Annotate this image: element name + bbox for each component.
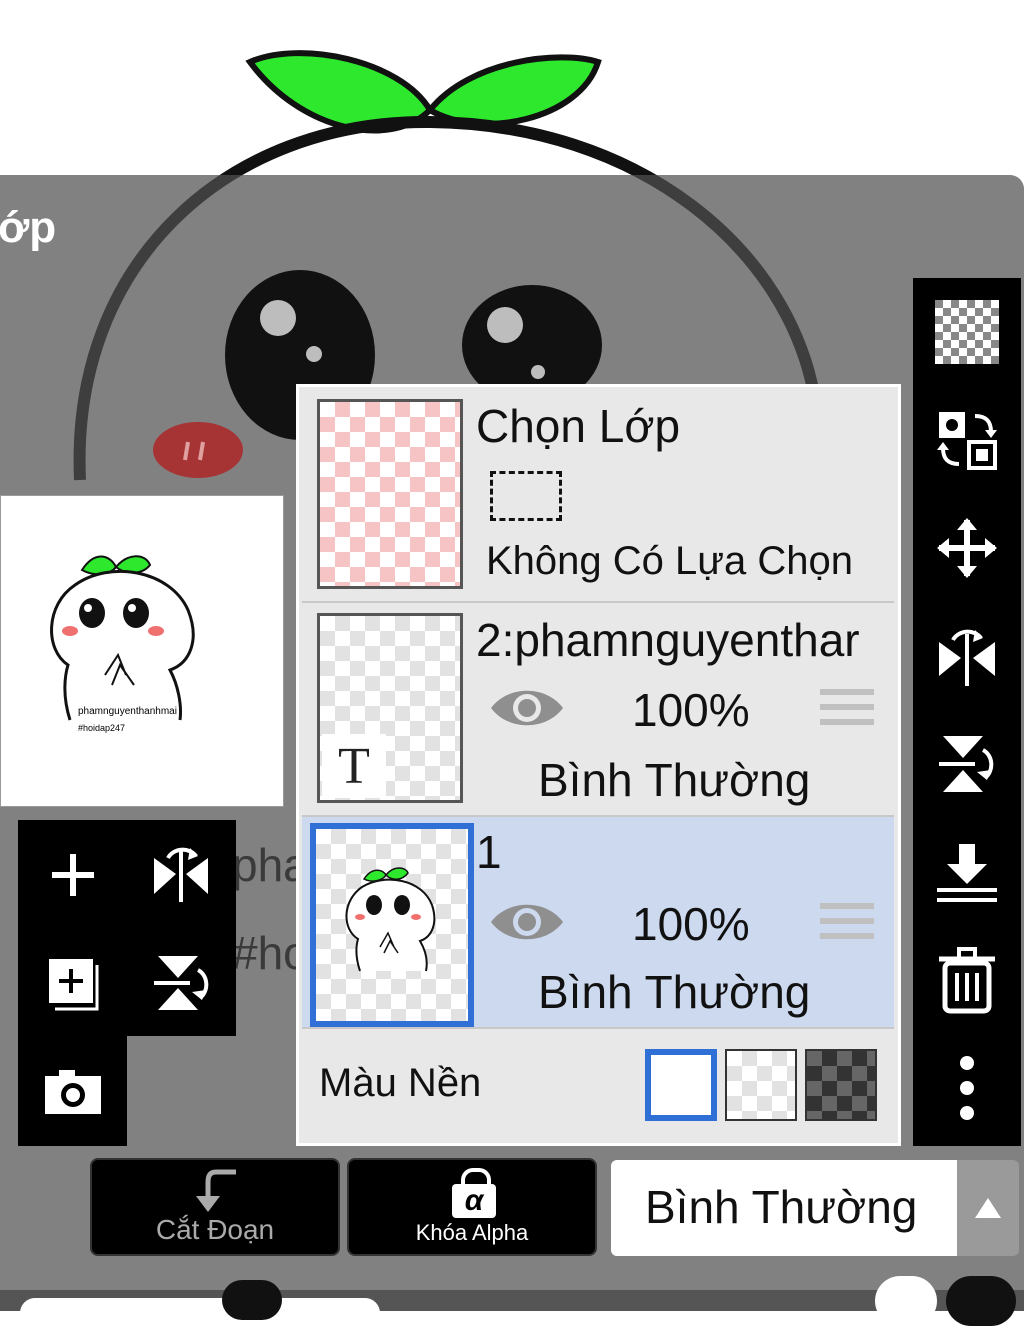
layer-opacity[interactable]: 100% bbox=[632, 897, 750, 951]
layer-blend-mode: Bình Thường bbox=[538, 754, 811, 806]
text-layer-icon: T bbox=[322, 734, 386, 798]
swap-icon bbox=[937, 412, 997, 470]
preview-text-name: phamnguyenthanhmai bbox=[78, 706, 177, 717]
flip-vertical-icon bbox=[939, 736, 994, 792]
background-dark-swatch[interactable] bbox=[805, 1049, 877, 1121]
transparency-icon bbox=[935, 300, 999, 364]
move-icon bbox=[937, 518, 997, 578]
more-icon bbox=[960, 1056, 974, 1120]
eye-icon[interactable] bbox=[488, 897, 566, 947]
flip-horizontal-layer-button[interactable] bbox=[131, 825, 231, 925]
camera-icon bbox=[45, 1070, 101, 1114]
background-white-swatch[interactable] bbox=[645, 1049, 717, 1121]
layer-row[interactable]: T 2:phamnguyenthar 100% Bình Thường bbox=[302, 603, 894, 817]
right-toolbar bbox=[913, 278, 1021, 1146]
left-toolbar bbox=[18, 820, 236, 1036]
panel-title: ớp bbox=[0, 203, 57, 252]
left-toolbar-bottom bbox=[18, 1036, 127, 1146]
add-layer-button[interactable] bbox=[23, 825, 123, 925]
flip-horizontal-icon bbox=[939, 629, 995, 686]
clip-arrow-icon bbox=[196, 1169, 236, 1212]
layer-opacity[interactable]: 100% bbox=[632, 683, 750, 737]
slider-knob-right[interactable] bbox=[875, 1276, 937, 1326]
layer-blend-mode: Bình Thường bbox=[538, 966, 811, 1018]
blend-mode-toggle[interactable] bbox=[957, 1160, 1019, 1256]
selection-status: Không Có Lựa Chọn bbox=[486, 539, 854, 583]
selection-layer-row[interactable]: Chọn Lớp Không Có Lựa Chọn bbox=[302, 387, 894, 603]
eye-icon[interactable] bbox=[488, 683, 566, 733]
trash-icon bbox=[939, 947, 995, 1014]
blend-mode-select[interactable]: Bình Thường bbox=[611, 1160, 957, 1256]
flip-vertical-button[interactable] bbox=[913, 714, 1021, 814]
selection-layer-thumbnail bbox=[317, 399, 463, 589]
camera-button[interactable] bbox=[23, 1041, 123, 1141]
more-options-button[interactable] bbox=[913, 1038, 1021, 1138]
drag-handle-icon[interactable] bbox=[820, 689, 874, 725]
layer-list: Chọn Lớp Không Có Lựa Chọn T 2:phamnguye… bbox=[296, 384, 901, 1146]
layer-thumbnail bbox=[310, 823, 474, 1027]
layer-thumbnail-character bbox=[345, 867, 436, 972]
add-layer-icon bbox=[52, 854, 94, 896]
transparency-button[interactable] bbox=[913, 282, 1021, 382]
flip-vertical-layer-button[interactable] bbox=[131, 933, 231, 1033]
slider-knob-left[interactable] bbox=[222, 1280, 282, 1320]
clipping-button[interactable]: Cắt Đoạn bbox=[90, 1158, 340, 1256]
layer-name: 1 bbox=[476, 826, 502, 878]
flip-horizontal-icon bbox=[154, 847, 208, 902]
add-copy-icon bbox=[49, 959, 99, 1011]
clipping-label: Cắt Đoạn bbox=[155, 1214, 275, 1245]
delete-layer-button[interactable] bbox=[913, 930, 1021, 1030]
triangle-up-icon bbox=[975, 1198, 1001, 1218]
copy-layer-button[interactable] bbox=[23, 933, 123, 1033]
alpha-lock-label: Khóa Alpha bbox=[415, 1220, 529, 1245]
flip-horizontal-button[interactable] bbox=[913, 606, 1021, 706]
layer-name: 2:phamnguyenthar bbox=[476, 614, 860, 666]
background-transparent-swatch[interactable] bbox=[725, 1049, 797, 1121]
zoom-plus-button[interactable] bbox=[946, 1276, 1016, 1326]
lock-icon: α bbox=[452, 1168, 496, 1218]
drag-handle-icon[interactable] bbox=[820, 903, 874, 939]
flip-vertical-icon bbox=[154, 956, 209, 1010]
merge-down-icon bbox=[937, 844, 997, 902]
selection-layer-title: Chọn Lớp bbox=[476, 400, 681, 452]
brush-slider-strip bbox=[0, 1276, 1024, 1328]
preview-text-tag: #hoidap247 bbox=[78, 723, 126, 733]
selection-marquee-icon bbox=[490, 471, 562, 521]
alpha-lock-button[interactable]: α Khóa Alpha bbox=[347, 1158, 597, 1256]
blend-mode-value: Bình Thường bbox=[645, 1181, 918, 1233]
merge-down-button[interactable] bbox=[913, 822, 1021, 922]
slider-track[interactable] bbox=[20, 1298, 380, 1328]
move-button[interactable] bbox=[913, 498, 1021, 598]
layer-thumbnail: T bbox=[317, 613, 463, 803]
swap-button[interactable] bbox=[913, 390, 1021, 490]
layer-row-selected[interactable]: 1 100% Bình Thường bbox=[302, 817, 894, 1029]
background-color-label: Màu Nền bbox=[319, 1061, 482, 1105]
